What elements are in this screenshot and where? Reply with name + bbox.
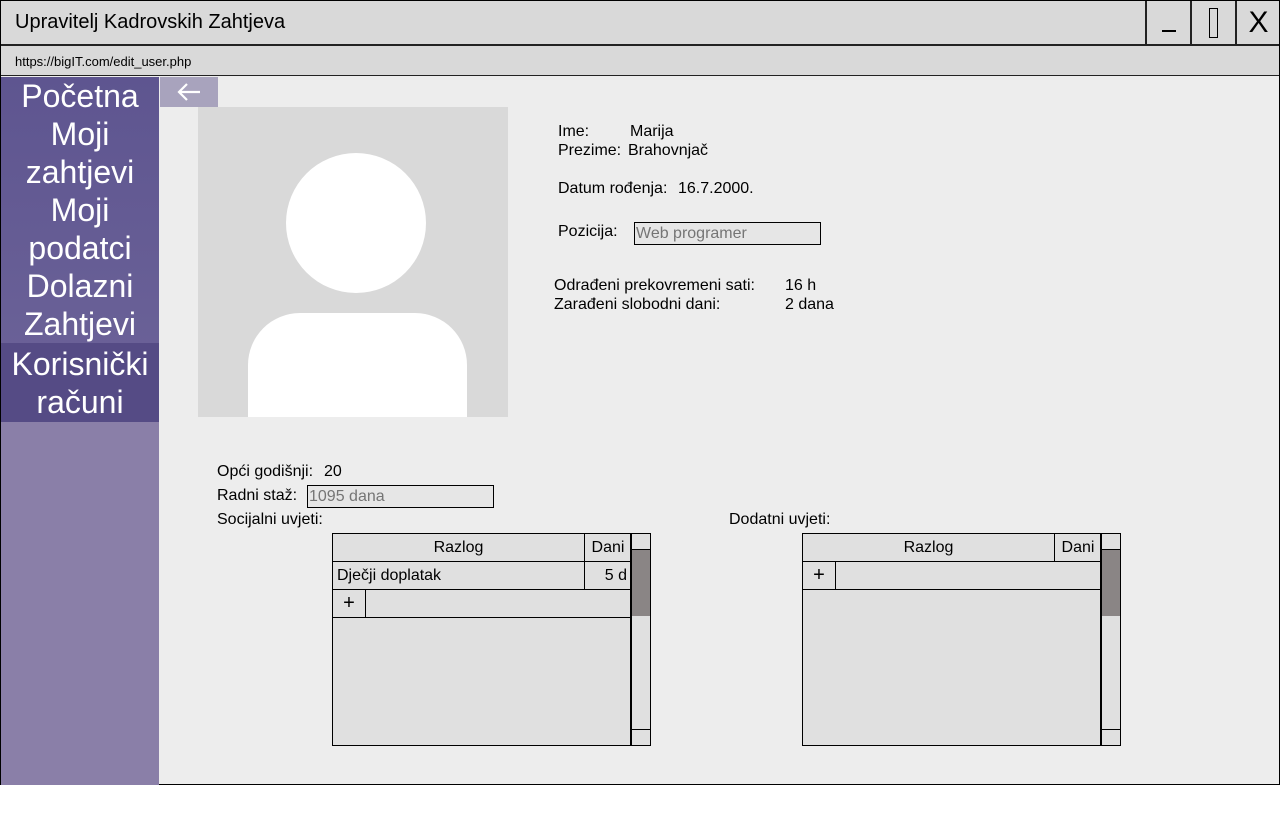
scroll-thumb[interactable] xyxy=(1102,550,1120,616)
seniority-label: Radni staž: xyxy=(217,487,298,504)
name-value: Marija xyxy=(630,123,674,140)
free-days-value: 2 dana xyxy=(785,296,834,313)
table-row[interactable]: Dječji doplatak 5 d xyxy=(333,562,631,590)
add-row: + xyxy=(803,562,1101,590)
scroll-down-button[interactable] xyxy=(1102,729,1120,745)
app-window: Upravitelj Kadrovskih Zahtjeva X https:/… xyxy=(0,0,1280,785)
days-cell: 5 d xyxy=(604,567,627,584)
scroll-up-button[interactable] xyxy=(1102,534,1120,550)
sidebar-nav: Početna Moji zahtjevi Moji podatci Dolaz… xyxy=(1,77,159,422)
back-button[interactable] xyxy=(160,77,218,107)
dob-label: Datum rođenja: xyxy=(558,180,668,197)
maximize-icon xyxy=(1209,7,1218,38)
position-label: Pozicija: xyxy=(558,223,618,240)
sidebar-item-pocetna[interactable]: Početna xyxy=(1,77,159,115)
minimize-button[interactable] xyxy=(1145,1,1190,44)
social-table-scrollbar[interactable] xyxy=(631,533,651,746)
scroll-down-button[interactable] xyxy=(632,729,650,745)
sidebar-item-korisnicki-racuni[interactable]: Korisnički računi xyxy=(1,343,159,422)
minimize-icon xyxy=(1161,29,1176,32)
close-button[interactable]: X xyxy=(1235,1,1280,44)
title-bar: Upravitelj Kadrovskih Zahtjeva X xyxy=(1,1,1279,46)
position-input[interactable] xyxy=(634,222,821,245)
url-text: https://bigIT.com/edit_user.php xyxy=(15,54,192,69)
scroll-thumb[interactable] xyxy=(632,550,650,616)
surname-label: Prezime: xyxy=(558,142,622,159)
sidebar: Početna Moji zahtjevi Moji podatci Dolaz… xyxy=(1,77,159,785)
avatar-head-shape xyxy=(286,153,426,293)
overtime-label: Odrađeni prekovremeni sati: xyxy=(554,277,755,294)
sidebar-item-dolazni-zahtjevi[interactable]: Dolazni Zahtjevi xyxy=(1,267,159,343)
add-row-button[interactable]: + xyxy=(333,590,366,617)
column-header-days: Dani xyxy=(1061,539,1095,556)
column-header-reason: Razlog xyxy=(333,534,585,561)
additional-conditions-table: Razlog Dani + xyxy=(802,533,1101,746)
add-row-button[interactable]: + xyxy=(803,562,836,589)
seniority-input[interactable] xyxy=(307,485,494,508)
window-title: Upravitelj Kadrovskih Zahtjeva xyxy=(15,11,286,33)
social-conditions-table: Razlog Dani Dječji doplatak 5 d + xyxy=(332,533,631,746)
arrow-left-icon xyxy=(177,83,200,101)
table-header-row: Razlog Dani xyxy=(333,534,631,562)
annual-leave-label: Opći godišnji: xyxy=(217,463,314,480)
sidebar-item-moji-podatci[interactable]: Moji podatci xyxy=(1,191,159,267)
avatar-body-shape xyxy=(248,313,467,417)
add-row: + xyxy=(333,590,631,618)
table-header-row: Razlog Dani xyxy=(803,534,1101,562)
column-header-reason: Razlog xyxy=(803,534,1055,561)
overtime-value: 16 h xyxy=(785,277,817,294)
surname-value: Brahovnjač xyxy=(628,142,709,159)
name-label: Ime: xyxy=(558,123,590,140)
sidebar-item-moji-zahtjevi[interactable]: Moji zahtjevi xyxy=(1,115,159,191)
close-icon: X xyxy=(1248,5,1269,39)
dob-value: 16.7.2000. xyxy=(678,180,754,197)
additional-table-scrollbar[interactable] xyxy=(1101,533,1121,746)
reason-cell: Dječji doplatak xyxy=(333,562,585,589)
avatar xyxy=(198,107,508,417)
address-bar[interactable]: https://bigIT.com/edit_user.php xyxy=(1,46,1279,76)
social-conditions-label: Socijalni uvjeti: xyxy=(217,511,323,528)
free-days-label: Zarađeni slobodni dani: xyxy=(554,296,721,313)
maximize-button[interactable] xyxy=(1190,1,1235,44)
additional-conditions-label: Dodatni uvjeti: xyxy=(729,511,831,528)
annual-leave-value: 20 xyxy=(324,463,342,480)
scroll-up-button[interactable] xyxy=(632,534,650,550)
column-header-days: Dani xyxy=(591,539,625,556)
